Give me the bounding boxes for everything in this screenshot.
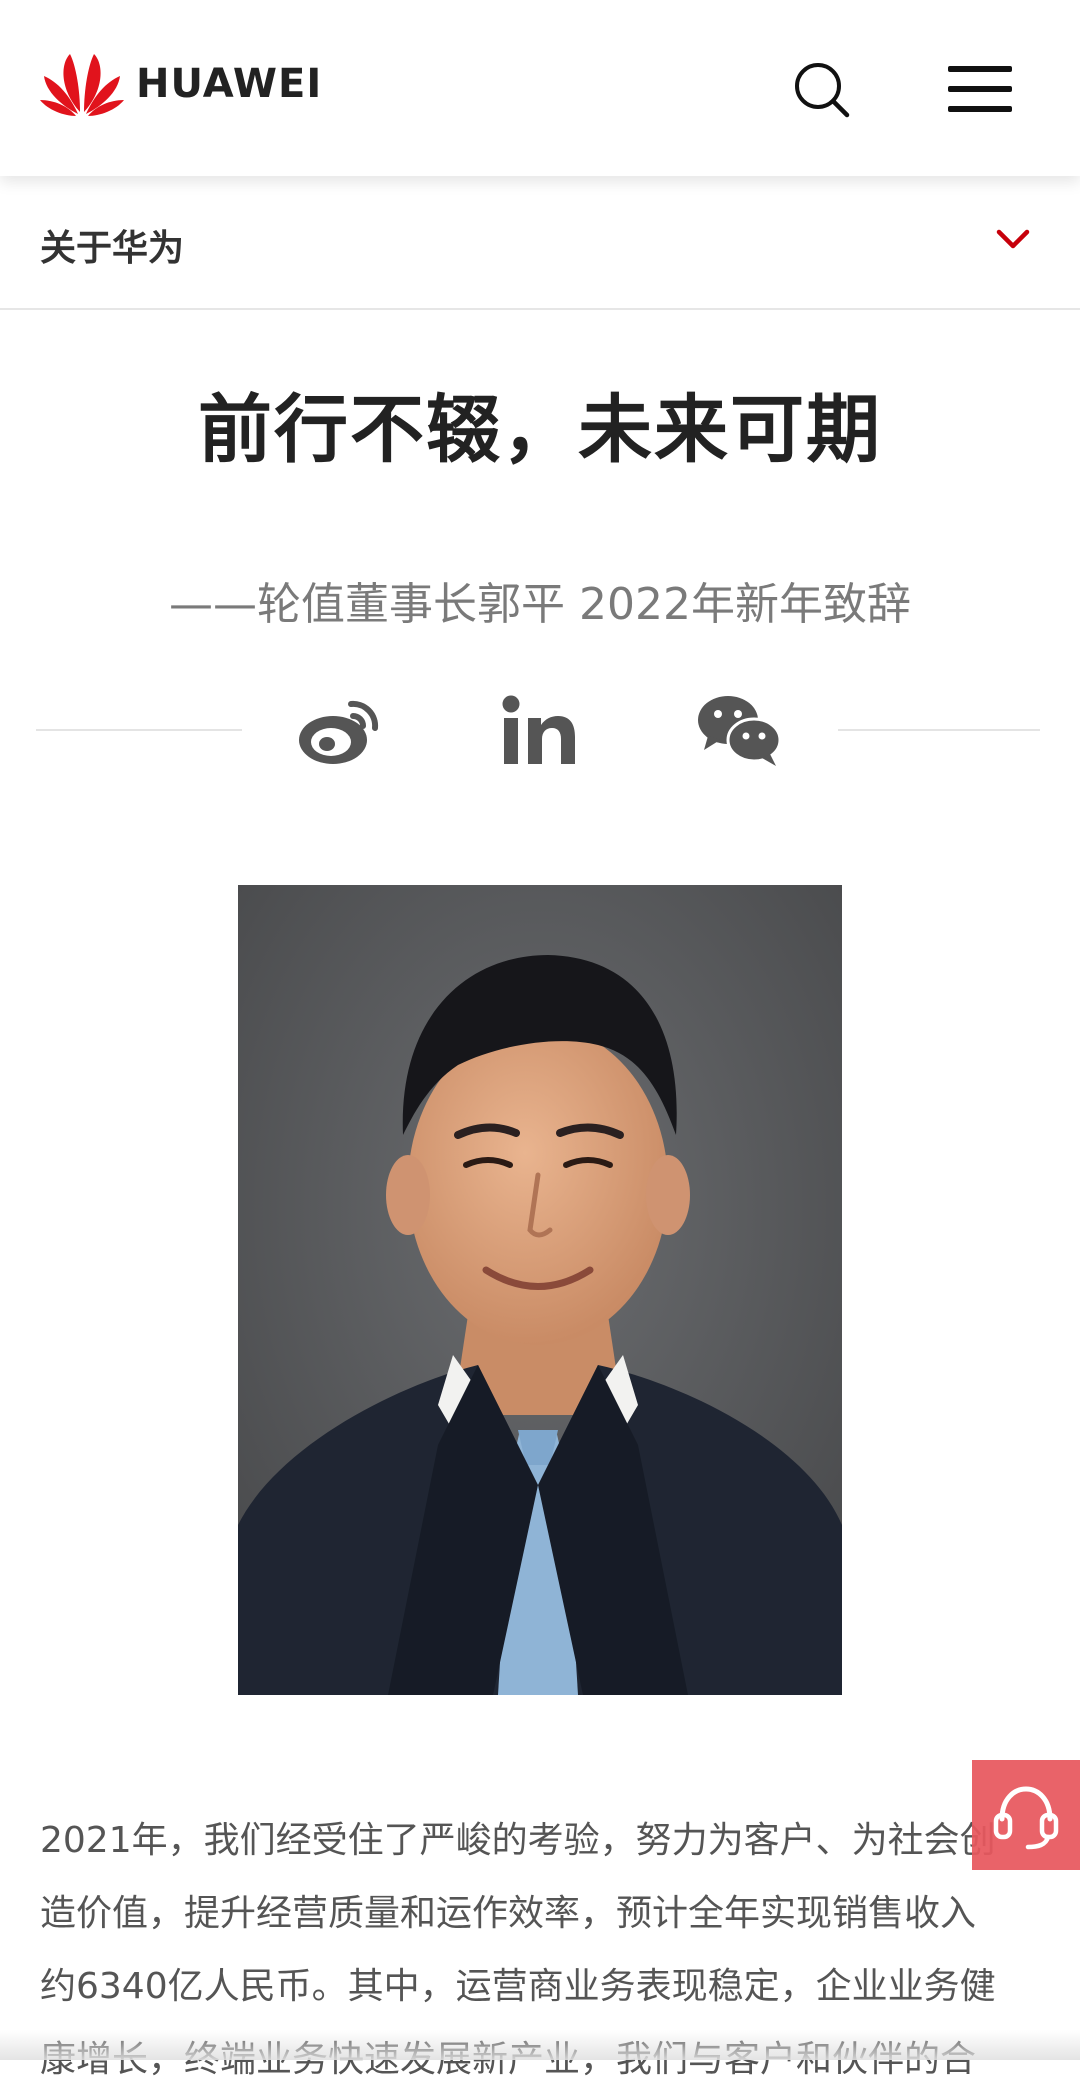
article-line: 2021年，我们经受住了严峻的考验，努力为客户、为社会创 (40, 1820, 996, 1861)
section-dropdown-bar[interactable]: 关于华为 (0, 176, 1080, 310)
bottom-fade (0, 2030, 1080, 2060)
wechat-icon (698, 696, 782, 766)
article-subtitle: ——轮值董事长郭平 2022年新年致辞 (169, 579, 911, 630)
share-divider-left (36, 729, 242, 731)
section-title: 关于华为 (40, 228, 185, 269)
brand-wordmark: HUAWEI (136, 61, 323, 107)
top-navigation-bar: HUAWEI (0, 0, 1080, 176)
share-divider-right (838, 729, 1040, 731)
share-weibo-button[interactable] (295, 690, 385, 770)
linkedin-icon (502, 695, 575, 764)
article-line: 造价值，提升经营质量和运作效率，预计全年实现销售收入 (40, 1893, 977, 1934)
article-line: 约6340亿人民币。其中，运营商业务表现稳定，企业业务健 (40, 1966, 996, 2007)
search-icon (795, 63, 850, 118)
chevron-down-icon[interactable] (994, 220, 1032, 258)
hamburger-menu-icon-line (948, 86, 1012, 92)
share-linkedin-button[interactable] (495, 690, 585, 770)
customer-service-headset-icon (993, 1786, 1059, 1850)
search-button[interactable] (786, 54, 858, 126)
weibo-icon (299, 700, 379, 764)
hamburger-menu-icon-line (948, 66, 1012, 72)
customer-service-button[interactable] (972, 1760, 1080, 1870)
hamburger-menu-icon-line (948, 106, 1012, 112)
menu-button[interactable] (942, 58, 1018, 120)
huawei-logo[interactable]: HUAWEI (40, 50, 322, 118)
portrait-photo (238, 885, 842, 1695)
portrait-illustration (238, 885, 842, 1695)
huawei-flower-logo-icon (40, 54, 124, 116)
article-headline: 前行不辍，未来可期 (198, 387, 882, 473)
share-wechat-button[interactable] (694, 690, 784, 770)
